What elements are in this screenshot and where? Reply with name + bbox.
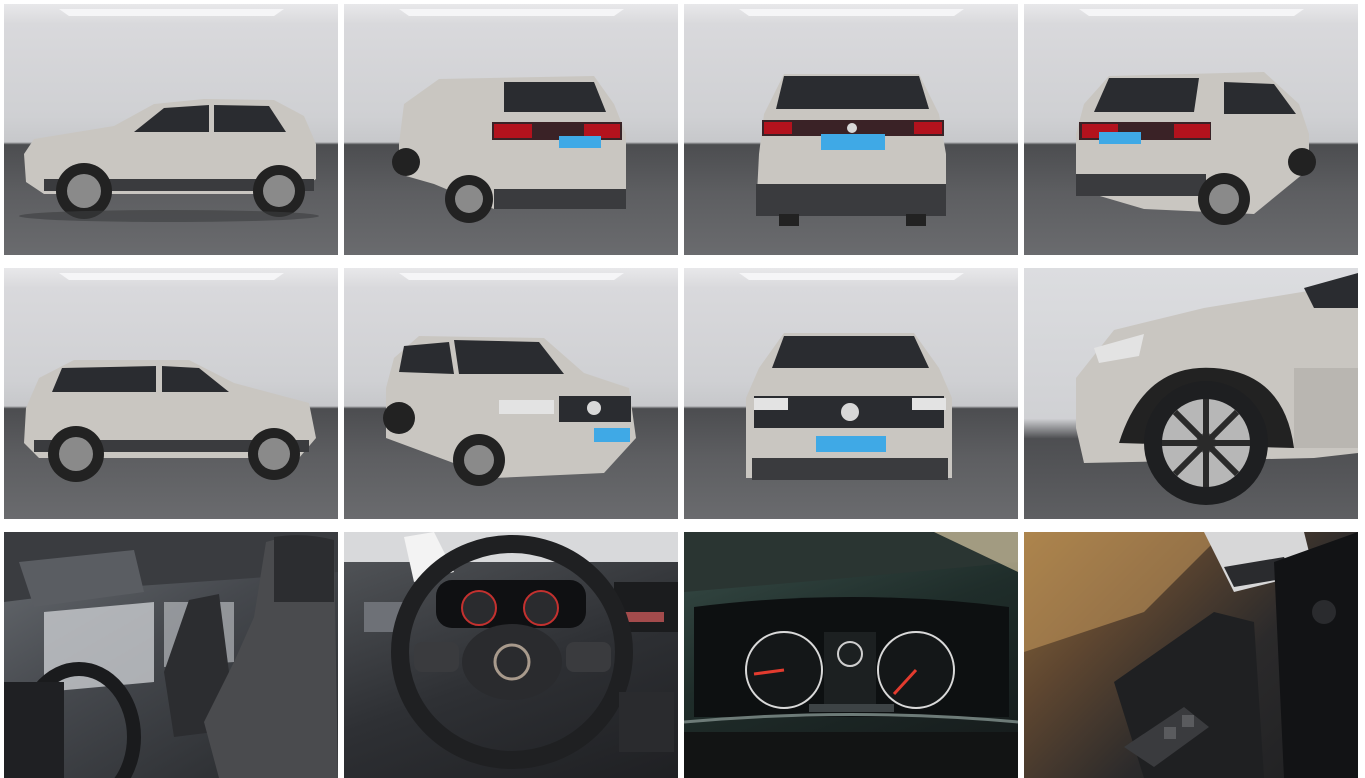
car-front-three-quarter-photo [383,273,636,486]
gallery-photo-rear[interactable] [684,4,1018,255]
gallery-photo-door-panel[interactable] [1024,532,1358,778]
steering-wheel-photo [344,532,678,769]
instrument-cluster-photo [684,532,1018,778]
gallery-photo-wheel-detail[interactable] [1024,268,1358,519]
door-panel-photo [1024,532,1358,778]
gallery-photo-interior-seats[interactable] [4,532,338,778]
car-front-photo [739,273,964,480]
gallery-photo-rear-right[interactable] [1024,4,1358,255]
car-wheel-detail-photo [1076,273,1358,505]
gallery-photo-side-right[interactable] [4,268,338,519]
gallery-photo-rear-left[interactable] [344,4,678,255]
car-rear-three-quarter-right-photo [1076,9,1316,225]
gallery-photo-front[interactable] [684,268,1018,519]
car-seats-photo [4,532,338,778]
car-side-right-photo [24,273,316,482]
car-rear-three-quarter-photo [392,9,626,223]
gallery-photo-steering-wheel[interactable] [344,532,678,778]
photo-gallery [4,4,1359,778]
gallery-photo-instrument-cluster[interactable] [684,532,1018,778]
car-side-left-photo [19,9,319,222]
gallery-photo-front-left[interactable] [344,268,678,519]
gallery-photo-side-left[interactable] [4,4,338,255]
car-rear-photo [739,9,964,226]
